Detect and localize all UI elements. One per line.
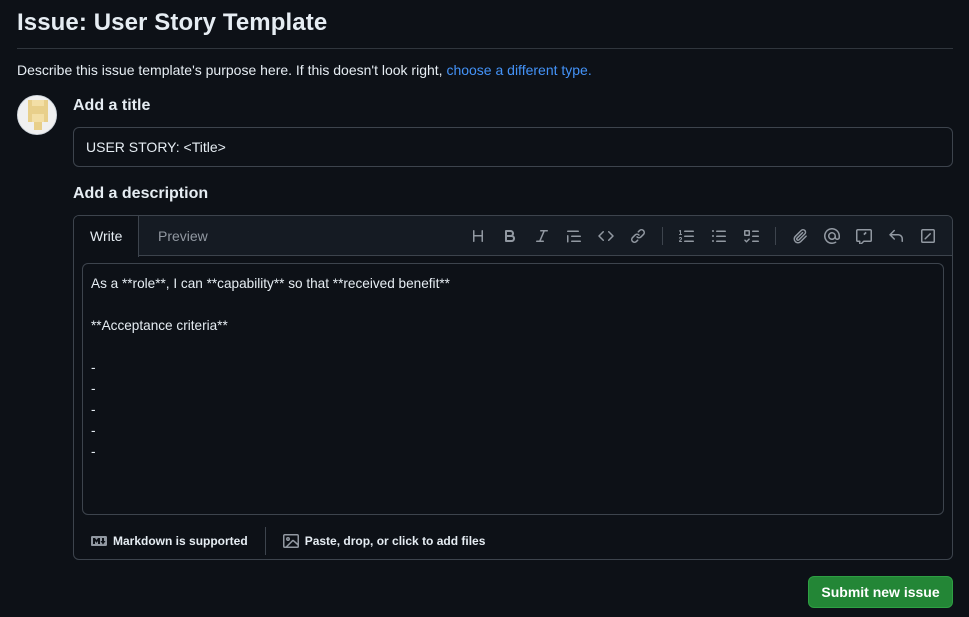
link-icon[interactable] bbox=[622, 220, 654, 252]
code-icon[interactable] bbox=[590, 220, 622, 252]
quote-icon[interactable] bbox=[558, 220, 590, 252]
intro-text: Describe this issue template's purpose h… bbox=[17, 62, 592, 78]
image-icon bbox=[282, 534, 299, 548]
unordered-list-icon[interactable] bbox=[703, 220, 735, 252]
task-list-icon[interactable] bbox=[735, 220, 767, 252]
description-editor: Write Preview As a **role**, I can **cap… bbox=[73, 215, 953, 560]
toolbar-divider bbox=[662, 227, 663, 245]
footer-divider bbox=[264, 527, 266, 555]
description-label: Add a description bbox=[73, 185, 209, 202]
markdown-note: Markdown is supported bbox=[113, 534, 248, 548]
reference-icon[interactable] bbox=[848, 220, 880, 252]
markdown-supported-link[interactable]: Markdown is supported bbox=[91, 533, 248, 549]
editor-header: Write Preview bbox=[74, 216, 952, 257]
markdown-icon bbox=[91, 536, 107, 546]
attach-icon[interactable] bbox=[784, 220, 816, 252]
editor-footer: Markdown is supported Paste, drop, or cl… bbox=[74, 522, 952, 559]
bold-icon[interactable] bbox=[494, 220, 526, 252]
tab-preview[interactable]: Preview bbox=[142, 216, 224, 256]
title-input[interactable] bbox=[73, 127, 953, 167]
title-divider bbox=[17, 48, 953, 49]
ordered-list-icon[interactable] bbox=[671, 220, 703, 252]
tab-write[interactable]: Write bbox=[74, 216, 140, 257]
italic-icon[interactable] bbox=[526, 220, 558, 252]
markdown-toolbar bbox=[462, 216, 944, 256]
intro-description: Describe this issue template's purpose h… bbox=[17, 62, 447, 78]
choose-type-link[interactable]: choose a different type. bbox=[446, 62, 591, 78]
attach-files-button[interactable]: Paste, drop, or click to add files bbox=[282, 533, 486, 549]
heading-icon[interactable] bbox=[462, 220, 494, 252]
mention-icon[interactable] bbox=[816, 220, 848, 252]
undo-icon[interactable] bbox=[880, 220, 912, 252]
attach-note: Paste, drop, or click to add files bbox=[304, 534, 486, 548]
title-label: Add a title bbox=[73, 97, 151, 114]
page-title: Issue: User Story Template bbox=[17, 9, 328, 36]
submit-issue-button[interactable]: Submit new issue bbox=[808, 576, 953, 608]
avatar-identicon bbox=[18, 96, 56, 134]
avatar bbox=[17, 95, 57, 135]
toolbar-divider bbox=[775, 227, 776, 245]
fullscreen-icon[interactable] bbox=[912, 220, 944, 252]
description-textarea[interactable]: As a **role**, I can **capability** so t… bbox=[82, 263, 944, 515]
